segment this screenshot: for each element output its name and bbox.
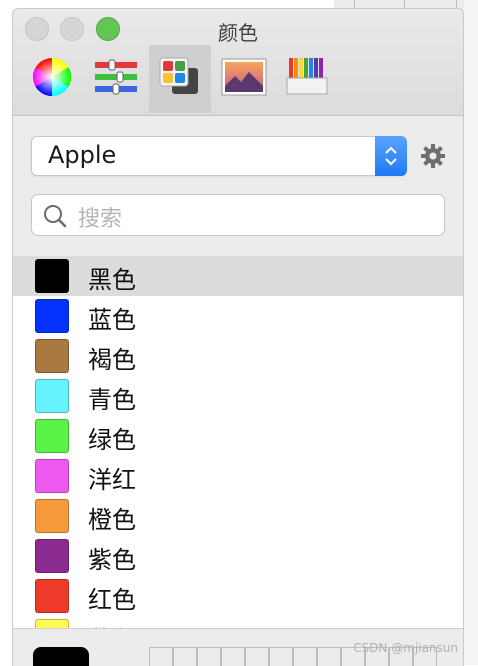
watermark: CSDN @mjiansun xyxy=(353,641,458,655)
color-swatch xyxy=(35,619,69,628)
color-swatch xyxy=(35,259,69,293)
color-label: 黑色 xyxy=(88,266,136,294)
palette-select-value: Apple xyxy=(48,141,117,169)
tool-image-palettes[interactable] xyxy=(213,45,275,113)
search-icon xyxy=(42,203,68,233)
color-swatch xyxy=(35,379,69,413)
color-wheel-icon xyxy=(31,56,73,102)
background-window-edge xyxy=(462,0,478,665)
tool-color-wheel[interactable] xyxy=(21,45,83,113)
color-swatch xyxy=(35,539,69,573)
tool-color-sliders[interactable] xyxy=(85,45,147,113)
color-label: 洋红 xyxy=(88,466,136,494)
saved-color-cell[interactable] xyxy=(245,647,269,666)
search-placeholder: 搜索 xyxy=(78,207,123,232)
color-label: 红色 xyxy=(88,586,136,614)
tool-pencils[interactable] xyxy=(277,45,339,113)
saved-color-cell[interactable] xyxy=(269,647,293,666)
color-palettes-icon xyxy=(158,56,202,102)
color-label: 橙色 xyxy=(88,506,136,534)
current-color-well[interactable] xyxy=(33,647,89,666)
saved-color-cell[interactable] xyxy=(293,647,317,666)
color-row[interactable]: 红色 xyxy=(13,576,463,616)
color-label: 绿色 xyxy=(88,426,136,454)
color-swatch xyxy=(35,419,69,453)
color-sliders-icon xyxy=(93,59,139,99)
color-label: 褐色 xyxy=(88,346,136,374)
color-label: 青色 xyxy=(88,386,136,414)
colors-window: 颜色 Apple 搜索 黑色 蓝色 褐色 青色 绿色 洋红 橙色 紫色 红色 xyxy=(12,8,464,666)
color-swatch xyxy=(35,579,69,613)
color-list: 黑色 蓝色 褐色 青色 绿色 洋红 橙色 紫色 红色 xyxy=(13,256,463,628)
color-label: 紫色 xyxy=(88,546,136,574)
color-row[interactable]: 黄色 xyxy=(13,616,463,628)
color-swatch xyxy=(35,299,69,333)
tool-color-palettes[interactable] xyxy=(149,45,211,113)
window-title: 颜色 xyxy=(218,21,258,45)
color-row[interactable]: 橙色 xyxy=(13,496,463,536)
saved-color-cell[interactable] xyxy=(221,647,245,666)
search-field[interactable]: 搜索 xyxy=(31,194,445,236)
saved-color-cell[interactable] xyxy=(149,647,173,666)
pencils-icon xyxy=(285,56,331,102)
title-bar: 颜色 xyxy=(13,9,463,116)
saved-color-cell[interactable] xyxy=(197,647,221,666)
color-row[interactable]: 蓝色 xyxy=(13,296,463,336)
color-row[interactable]: 绿色 xyxy=(13,416,463,456)
color-swatch xyxy=(35,339,69,373)
saved-color-cell[interactable] xyxy=(317,647,341,666)
color-label: 蓝色 xyxy=(88,306,136,334)
image-palettes-icon xyxy=(221,58,267,100)
saved-color-cell[interactable] xyxy=(173,647,197,666)
color-row[interactable]: 黑色 xyxy=(13,256,463,296)
color-row[interactable]: 青色 xyxy=(13,376,463,416)
color-row[interactable]: 褐色 xyxy=(13,336,463,376)
color-row[interactable]: 洋红 xyxy=(13,456,463,496)
color-label: 黄色 xyxy=(88,620,136,628)
color-row[interactable]: 紫色 xyxy=(13,536,463,576)
gear-icon[interactable] xyxy=(419,142,447,170)
color-swatch xyxy=(35,459,69,493)
chevron-up-down-icon[interactable] xyxy=(375,136,407,176)
color-swatch xyxy=(35,499,69,533)
palette-select[interactable]: Apple xyxy=(31,136,407,176)
palette-panel: Apple 搜索 黑色 蓝色 褐色 青色 绿色 洋红 橙色 紫色 红色 xyxy=(13,116,463,666)
